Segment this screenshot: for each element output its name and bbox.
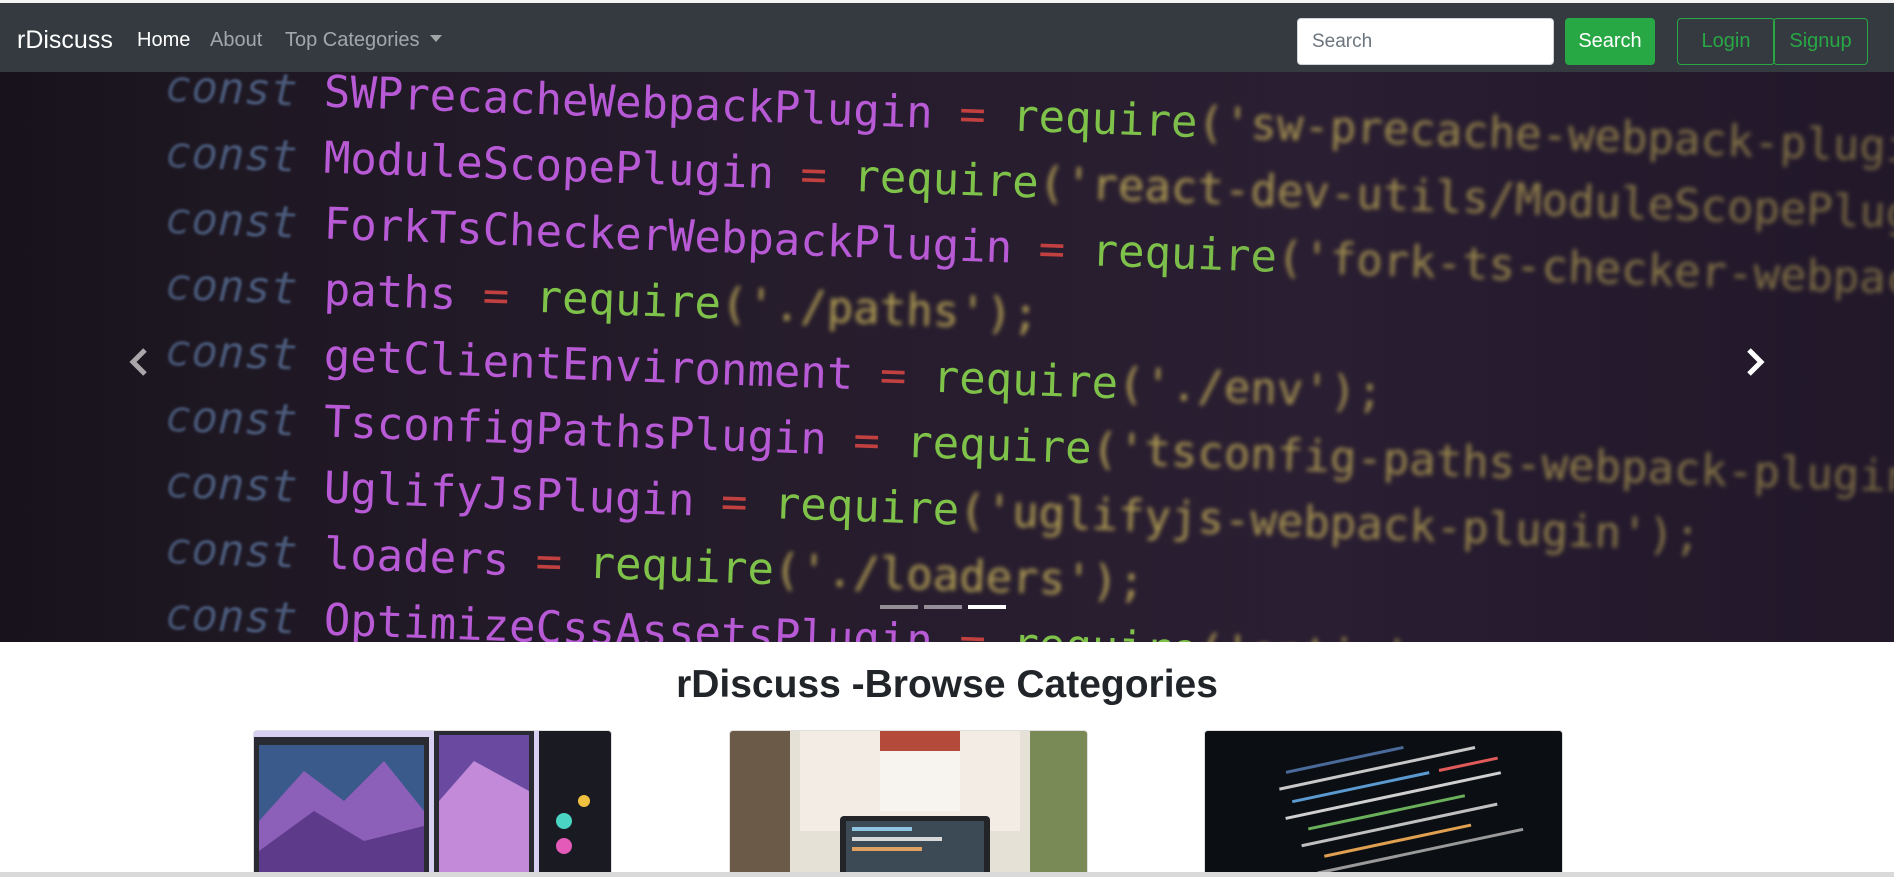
nav-dropdown-top-categories[interactable]: Top Categories xyxy=(285,27,442,53)
carousel-indicator[interactable] xyxy=(924,605,962,609)
signup-button[interactable]: Signup xyxy=(1773,18,1868,65)
window-bottom-strip xyxy=(0,872,1894,877)
chevron-left-icon xyxy=(129,348,147,376)
login-button[interactable]: Login xyxy=(1677,18,1775,65)
nav-dropdown-label: Top Categories xyxy=(285,29,420,51)
nav-link-about[interactable]: About xyxy=(210,27,262,53)
caret-down-icon xyxy=(429,35,442,42)
carousel-indicators xyxy=(880,605,1006,609)
category-card-image-3[interactable] xyxy=(1204,730,1563,877)
carousel-vignette xyxy=(0,72,1894,642)
category-card-image-1[interactable] xyxy=(253,730,612,877)
carousel-prev-button[interactable] xyxy=(110,332,170,392)
navbar: rDiscuss Home About Top Categories Searc… xyxy=(0,3,1894,72)
chevron-right-icon xyxy=(1747,348,1765,376)
carousel-indicator[interactable] xyxy=(968,605,1006,609)
code-screen-image xyxy=(1205,731,1562,876)
search-input[interactable] xyxy=(1297,18,1554,65)
carousel-indicator[interactable] xyxy=(880,605,918,609)
carousel-next-button[interactable] xyxy=(1724,332,1784,392)
brand-link[interactable]: rDiscuss xyxy=(17,25,113,55)
category-card-image-2[interactable] xyxy=(729,730,1088,877)
search-button[interactable]: Search xyxy=(1565,18,1655,65)
section-title: rDiscuss -Browse Categories xyxy=(676,663,1218,706)
laptop-window-image xyxy=(730,731,1087,876)
nav-link-home[interactable]: Home xyxy=(137,27,190,53)
hero-carousel: const SWPrecacheWebpackPlugin = require(… xyxy=(0,72,1894,642)
monitor-setup-image xyxy=(254,731,611,876)
